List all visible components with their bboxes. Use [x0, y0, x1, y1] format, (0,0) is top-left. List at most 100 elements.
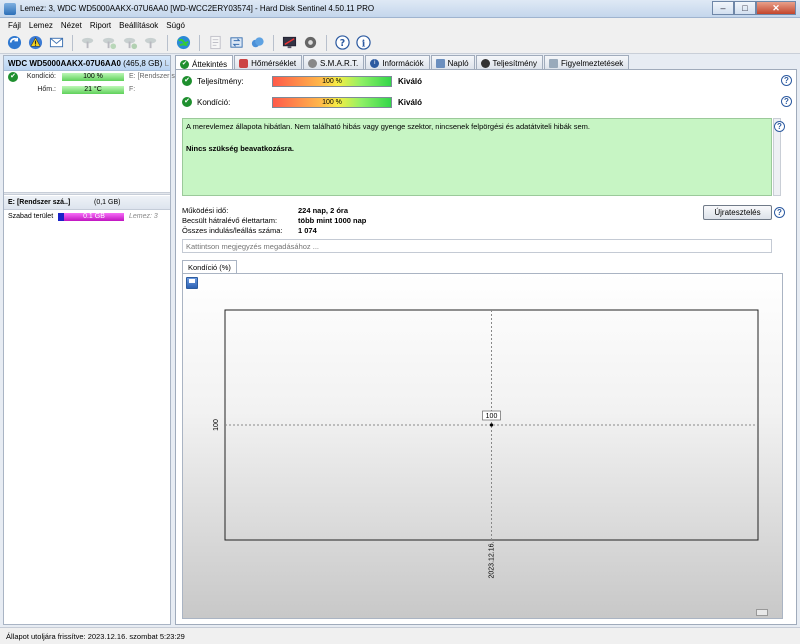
tab-information[interactable]: i Információk [365, 55, 430, 69]
warning-icon[interactable] [27, 34, 44, 51]
tab-alerts[interactable]: Figyelmeztetések [544, 55, 630, 69]
globe-icon[interactable] [175, 34, 192, 51]
tab-overview[interactable]: ✔ Áttekintés [175, 55, 234, 70]
info-icon: i [370, 59, 380, 68]
tab-label: Áttekintés [192, 59, 228, 69]
free-space-disk: Lemez: 3 [129, 213, 158, 220]
log-icon [435, 59, 445, 68]
status-message-box: A merevlemez állapota hibátlan. Nem talá… [182, 118, 772, 196]
toolbar-separator [326, 34, 327, 51]
uptime-value: 224 nap, 2 óra [298, 206, 349, 215]
tab-bar: ✔ Áttekintés Hőmérséklet S.M.A.R.T. i In… [175, 55, 630, 70]
thermometer-icon [239, 59, 249, 68]
tab-label: Teljesítmény [492, 59, 538, 68]
tab-performance[interactable]: Teljesítmény [475, 55, 544, 69]
transfer-icon[interactable] [228, 34, 245, 51]
gauge-icon [480, 59, 490, 68]
help-icon[interactable]: ? [781, 75, 792, 86]
disk-size: (465,8 GB) [123, 59, 163, 68]
refresh-icon[interactable] [6, 34, 23, 51]
retest-button[interactable]: Újratesztelés [703, 205, 772, 220]
help-icon[interactable]: ? [781, 96, 792, 107]
menu-settings[interactable]: Beállítások [117, 18, 164, 32]
disk-item[interactable]: WDC WD5000AAKX-07U6AA0 (465,8 GB) L [4, 56, 170, 71]
ok-check-icon: ✔ [182, 76, 192, 86]
menu-disk[interactable]: Lemez [27, 18, 59, 32]
note-input[interactable] [182, 239, 772, 253]
alerts-icon [549, 59, 559, 68]
startstop-value: 1 074 [298, 226, 317, 235]
performance-label: Teljesítmény: [197, 77, 244, 86]
tab-smart[interactable]: S.M.A.R.T. [303, 55, 365, 69]
condition-rating: Kiváló [398, 98, 423, 107]
overview-content: ✔ Teljesítmény: 100 % Kiváló ? ✔ Kondíci… [175, 69, 797, 625]
main-panel: ✔ Áttekintés Hőmérséklet S.M.A.R.T. i In… [175, 55, 797, 625]
ok-check-icon: ✔ [180, 59, 189, 69]
data-point [489, 423, 494, 427]
tab-label: Hőmérséklet [251, 59, 297, 68]
condition-bar: 100 % [62, 73, 124, 81]
minimize-button[interactable]: – [712, 1, 734, 15]
partition-item[interactable]: E: [Rendszer szá..] (0,1 GB) [4, 196, 170, 210]
condition-label: Kondíció: [26, 73, 56, 80]
disk-name: WDC WD5000AAKX-07U6AA0 [8, 59, 121, 68]
x-tick-label: 2023.12.16. [489, 541, 496, 578]
help-icon[interactable]: ? [774, 207, 785, 218]
help-icon[interactable]: ? [334, 34, 351, 51]
toolbar-separator [199, 34, 200, 51]
close-button[interactable]: ✕ [756, 1, 796, 15]
lifetime-label: Becsült hátralévő élettartam: [182, 216, 278, 225]
chart-tab-condition[interactable]: Kondíció (%) [182, 260, 237, 273]
disk-info-block: Működési idő: 224 nap, 2 óra Becsült hát… [182, 206, 482, 236]
partition-size: (0,1 GB) [94, 199, 121, 206]
temperature-label: Hőm.: [37, 86, 56, 93]
performance-row: ✔ Teljesítmény: 100 % Kiváló ? [182, 75, 792, 89]
chart-scroll-button[interactable] [756, 609, 768, 616]
free-space-bar: 0.1 GB [58, 213, 124, 221]
toolbar-separator [167, 34, 168, 51]
condition-row: ✔ Kondíció: 100 % Kiváló ? [182, 96, 792, 110]
status-recommendation: Nincs szükség beavatkozásra. [186, 144, 294, 153]
window-title: Lemez: 3, WDC WD5000AAKX-07U6AA0 [WD-WCC… [20, 4, 375, 13]
toolbar-separator [273, 34, 274, 51]
panel-splitter[interactable] [4, 192, 170, 195]
disk-tool3-icon[interactable] [122, 34, 139, 51]
tab-temperature[interactable]: Hőmérséklet [234, 55, 303, 69]
save-icon[interactable] [186, 277, 198, 289]
info-icon[interactable]: i [355, 34, 372, 51]
startstop-label: Összes indulás/leállás száma: [182, 226, 283, 235]
maximize-button[interactable]: □ [734, 1, 756, 15]
free-space-row: Szabad terület 0.1 GB Lemez: 3 [4, 211, 170, 223]
disk-list-panel: WDC WD5000AAKX-07U6AA0 (465,8 GB) L ✔ Ko… [3, 55, 175, 625]
tab-log[interactable]: Napló [430, 55, 475, 69]
disk-temperature-row: Hőm.: 21 °C F: [4, 84, 170, 97]
disk-tool4-icon[interactable] [143, 34, 160, 51]
partition-name: E: [Rendszer szá..] [8, 199, 71, 206]
y-tick-label: 100 [213, 419, 220, 431]
tab-label: Napló [447, 59, 469, 68]
toolbar-separator [72, 34, 73, 51]
menu-help[interactable]: Súgó [164, 18, 191, 32]
window-controls: – □ ✕ [712, 1, 796, 15]
free-space-label: Szabad terület [8, 213, 54, 220]
mail-icon[interactable] [48, 34, 65, 51]
status-bar: Állapot utoljára frissítve: 2023.12.16. … [0, 627, 800, 644]
condition-label: Kondíció: [197, 98, 231, 107]
document-icon[interactable] [207, 34, 224, 51]
settings-icon[interactable] [302, 34, 319, 51]
disk-tool-icon[interactable] [80, 34, 97, 51]
monitor-icon[interactable] [281, 34, 298, 51]
performance-rating: Kiváló [398, 77, 423, 86]
ok-check-icon: ✔ [182, 97, 192, 107]
menu-file[interactable]: Fájl [6, 18, 27, 32]
menu-view[interactable]: Nézet [59, 18, 88, 32]
smart-icon [308, 59, 318, 68]
uptime-label: Működési idő: [182, 206, 229, 215]
lifetime-value: több mint 1000 nap [298, 216, 367, 225]
menu-report[interactable]: Riport [88, 18, 117, 32]
cloud-icon[interactable] [249, 34, 266, 51]
help-icon[interactable]: ? [774, 121, 785, 132]
svg-text:i: i [362, 38, 366, 49]
disk-tool2-icon[interactable] [101, 34, 118, 51]
condition-bar: 100 % [272, 97, 392, 108]
